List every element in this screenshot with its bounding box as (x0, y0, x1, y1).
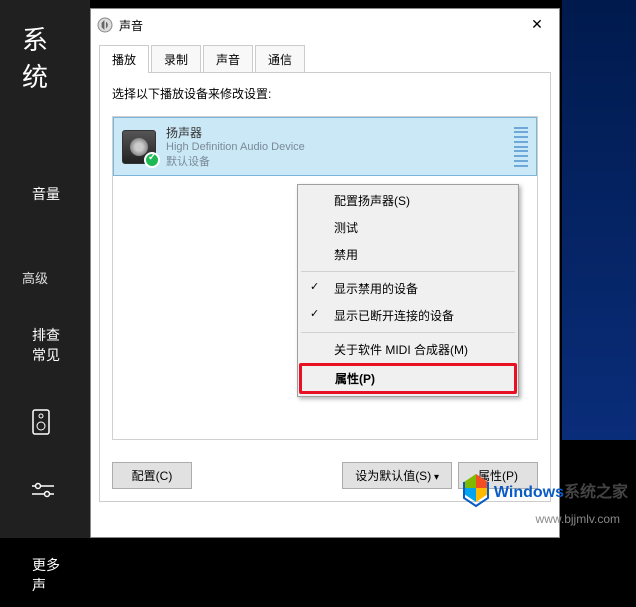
device-name: 扬声器 (166, 124, 514, 141)
menu-test[interactable]: 测试 (300, 214, 516, 241)
close-icon: ✕ (531, 16, 543, 33)
speaker-device-icon (122, 130, 156, 164)
default-check-icon (144, 152, 160, 168)
watermark-text-2: 系统之家 (564, 484, 628, 501)
sidebar-item-mixer[interactable] (0, 468, 90, 519)
menu-show-disabled[interactable]: 显示禁用的设备 (300, 275, 516, 302)
tab-recording[interactable]: 录制 (151, 45, 201, 73)
sound-icon (97, 17, 113, 33)
set-default-button[interactable]: 设为默认值(S) (342, 462, 452, 489)
menu-separator (301, 271, 515, 272)
sidebar-section-advanced: 高级 (0, 256, 90, 299)
configure-button[interactable]: 配置(C) (112, 462, 192, 489)
titlebar: 声音 ✕ (91, 9, 559, 41)
device-item-speakers[interactable]: 扬声器 High Definition Audio Device 默认设备 (113, 117, 537, 176)
menu-about-midi[interactable]: 关于软件 MIDI 合成器(M) (300, 336, 516, 363)
watermark-text-1: Windows (494, 484, 564, 501)
sidebar-title: 系统 (0, 0, 90, 124)
menu-properties[interactable]: 属性(P) (299, 363, 517, 394)
context-menu: 配置扬声器(S) 测试 禁用 显示禁用的设备 显示已断开连接的设备 关于软件 M… (297, 184, 519, 397)
close-button[interactable]: ✕ (515, 9, 559, 39)
settings-sidebar: 系统 音量 高级 排查常见 更多声 (0, 0, 90, 538)
sidebar-item-volume[interactable]: 音量 (0, 172, 90, 216)
menu-separator (301, 332, 515, 333)
menu-show-disconnected[interactable]: 显示已断开连接的设备 (300, 302, 516, 329)
device-desc: High Definition Audio Device (166, 141, 514, 153)
sidebar-item-devices[interactable] (0, 395, 90, 454)
sidebar-item-more-sound[interactable]: 更多声 (0, 543, 90, 607)
tab-sounds[interactable]: 声音 (203, 45, 253, 73)
sidebar-item-troubleshoot[interactable]: 排查常见 (0, 313, 90, 377)
device-status: 默认设备 (166, 153, 514, 169)
tab-playback[interactable]: 播放 (99, 45, 149, 73)
level-meter (514, 127, 528, 167)
right-accent-bg (562, 0, 636, 440)
tab-bar: 播放 录制 声音 通信 (91, 41, 559, 73)
speaker-icon (32, 409, 50, 440)
device-info: 扬声器 High Definition Audio Device 默认设备 (166, 124, 514, 169)
menu-disable[interactable]: 禁用 (300, 241, 516, 268)
sliders-icon (32, 482, 54, 505)
tab-communications[interactable]: 通信 (255, 45, 305, 73)
watermark: Windows系统之家 (458, 472, 628, 508)
menu-configure-speakers[interactable]: 配置扬声器(S) (300, 187, 516, 214)
watermark-url: www.bjjmlv.com (536, 512, 620, 526)
dialog-title: 声音 (119, 17, 143, 34)
windows-logo-icon (458, 472, 494, 508)
instruction-text: 选择以下播放设备来修改设置: (112, 85, 538, 102)
